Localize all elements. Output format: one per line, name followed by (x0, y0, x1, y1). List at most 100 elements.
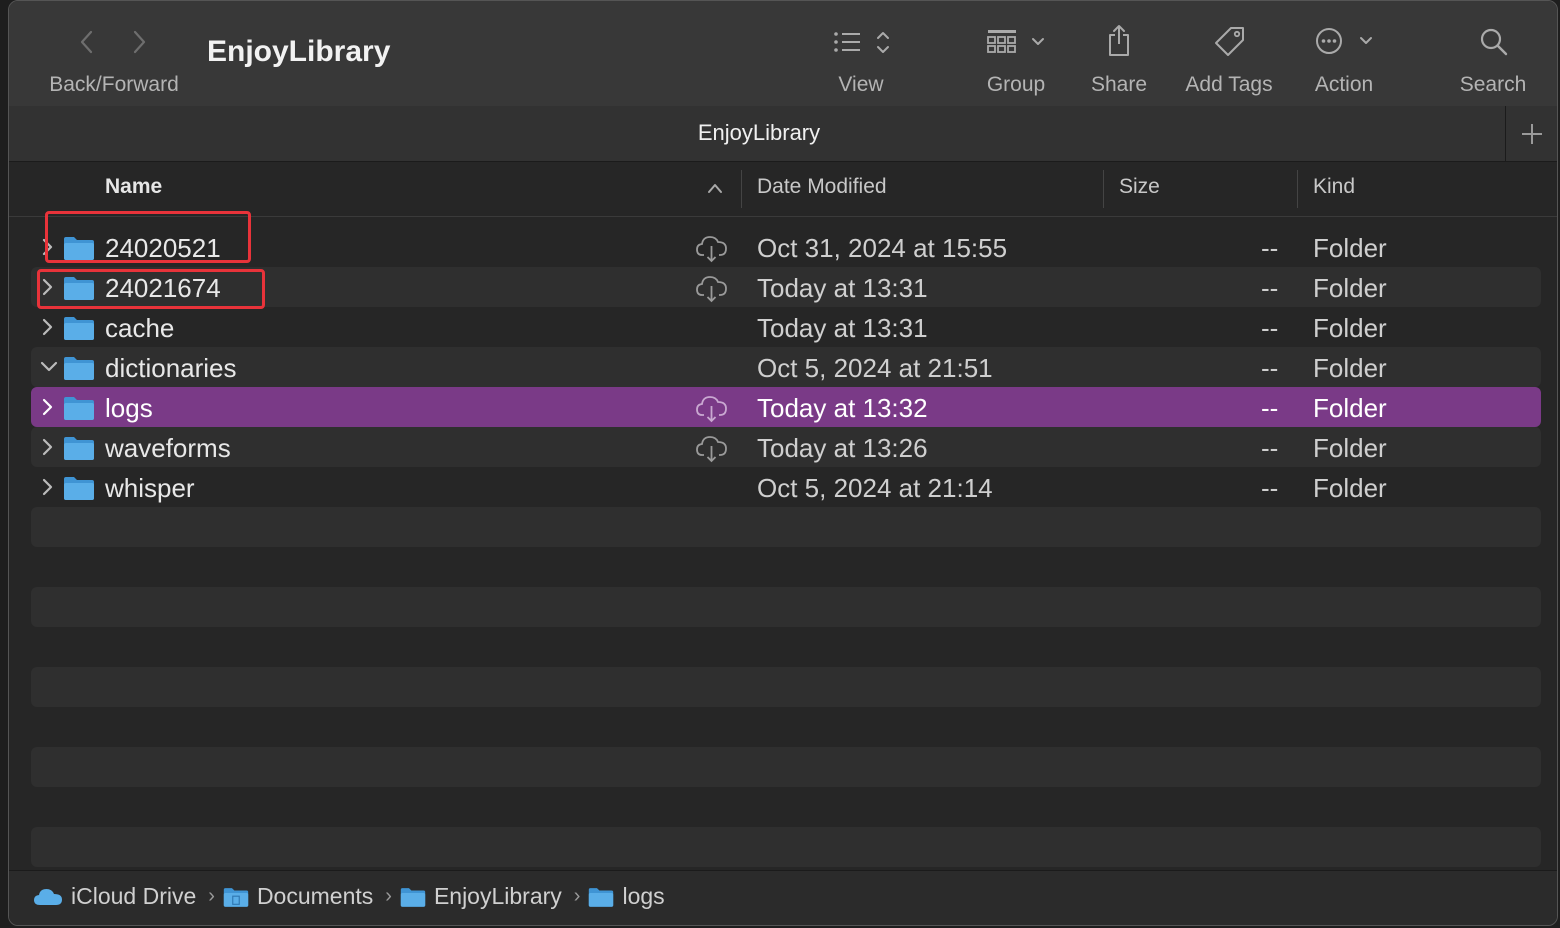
folder-icon (64, 357, 94, 380)
file-date-modified: Today at 13:31 (757, 273, 928, 303)
plus-icon (1522, 124, 1542, 144)
file-kind: Folder (1313, 473, 1387, 503)
file-kind: Folder (1313, 353, 1387, 383)
file-name: logs (105, 393, 153, 423)
chevron-right-icon[interactable] (39, 437, 55, 457)
empty-row (31, 827, 1541, 867)
share-icon (1109, 25, 1129, 56)
view-button[interactable]: View (811, 1, 911, 106)
folder-icon (64, 477, 94, 500)
file-name: whisper (105, 473, 195, 503)
breadcrumb-label: Documents (256, 883, 374, 909)
add-tags-label: Add Tags (1185, 73, 1273, 96)
breadcrumb-item-documents[interactable]: Documents (223, 883, 373, 910)
file-kind: Folder (1313, 313, 1387, 343)
action-ellipsis-icon (1316, 28, 1372, 54)
view-label: View (838, 73, 884, 96)
path-bar: iCloud Drive › Documents › EnjoyLibrary … (9, 870, 1557, 925)
share-button[interactable]: Share (1083, 1, 1155, 106)
file-date-modified: Oct 5, 2024 at 21:51 (757, 353, 993, 383)
list-item[interactable]: dictionaries Oct 5, 2024 at 21:51 -- Fol… (31, 347, 1541, 387)
chevron-right-icon: › (573, 885, 581, 907)
folder-icon (589, 887, 614, 907)
back-icon[interactable] (77, 29, 97, 55)
toolbar: Back/Forward EnjoyLibrary View Group Sha… (9, 1, 1557, 106)
chevron-down-icon[interactable] (39, 357, 59, 377)
file-size: -- (1261, 313, 1279, 343)
column-header-bar: Name Date Modified Size Kind (9, 162, 1557, 217)
breadcrumb-item-logs[interactable]: logs (588, 883, 665, 910)
column-header-size[interactable]: Size (1119, 175, 1160, 199)
folder-icon (64, 437, 94, 460)
file-date-modified: Today at 13:31 (757, 313, 928, 343)
column-header-name[interactable]: Name (105, 175, 162, 199)
chevron-right-icon[interactable] (39, 477, 55, 497)
column-separator[interactable] (741, 170, 742, 208)
chevron-right-icon[interactable] (39, 397, 55, 417)
breadcrumb-label: iCloud Drive (71, 883, 197, 909)
icloud-download-icon[interactable] (695, 273, 729, 303)
empty-row (31, 747, 1541, 787)
file-name: dictionaries (105, 353, 237, 383)
breadcrumb-item-enjoylibrary[interactable]: EnjoyLibrary (400, 883, 562, 910)
finder-window: Back/Forward EnjoyLibrary View Group Sha… (8, 0, 1558, 926)
file-kind: Folder (1313, 273, 1387, 303)
list-view-icon (834, 32, 889, 53)
icloud-icon (34, 888, 62, 905)
tab-enjoylibrary[interactable]: EnjoyLibrary (9, 120, 1509, 146)
file-kind: Folder (1313, 233, 1387, 263)
column-separator[interactable] (1297, 170, 1298, 208)
column-header-kind[interactable]: Kind (1313, 175, 1355, 199)
tab-bar: EnjoyLibrary (9, 106, 1557, 162)
file-date-modified: Oct 31, 2024 at 15:55 (757, 233, 1008, 263)
action-label: Action (1314, 73, 1374, 96)
breadcrumb-item-icloud-drive[interactable]: iCloud Drive (33, 883, 196, 910)
search-icon (1480, 28, 1508, 56)
group-button[interactable]: Group (969, 1, 1063, 106)
file-size: -- (1261, 393, 1279, 423)
chevron-right-icon: › (385, 885, 392, 907)
chevron-right-icon: › (208, 885, 215, 907)
highlight-box (37, 269, 265, 309)
icloud-download-icon[interactable] (695, 233, 729, 263)
icloud-download-icon[interactable] (695, 433, 729, 463)
folder-icon (64, 317, 94, 340)
list-item-selected[interactable]: logs Today at 13:32 -- Folder (31, 387, 1541, 427)
list-item[interactable]: 24020521 Oct 31, 2024 at 15:55 -- Folder (31, 227, 1541, 267)
sort-ascending-icon[interactable] (707, 182, 723, 194)
file-size: -- (1261, 473, 1279, 503)
list-item[interactable]: whisper Oct 5, 2024 at 21:14 -- Folder (31, 467, 1541, 507)
forward-icon[interactable] (129, 29, 149, 55)
search-label: Search (1459, 73, 1527, 96)
back-forward-label: Back/Forward (49, 73, 179, 96)
list-item[interactable]: waveforms Today at 13:26 -- Folder (31, 427, 1541, 467)
breadcrumb-label: EnjoyLibrary (433, 883, 562, 909)
list-item[interactable]: cache Today at 13:31 -- Folder (31, 307, 1541, 347)
group-label: Group (986, 73, 1046, 96)
icloud-download-icon[interactable] (695, 393, 729, 423)
file-date-modified: Today at 13:32 (757, 393, 928, 423)
action-button[interactable]: Action (1303, 1, 1385, 106)
chevron-right-icon[interactable] (39, 317, 55, 337)
add-tags-button[interactable]: Add Tags (1175, 1, 1283, 106)
column-separator[interactable] (1103, 170, 1104, 208)
file-size: -- (1261, 353, 1279, 383)
empty-row (31, 507, 1541, 547)
file-name: waveforms (105, 433, 231, 463)
file-kind: Folder (1313, 393, 1387, 423)
file-size: -- (1261, 273, 1279, 303)
breadcrumb-label: logs (622, 883, 665, 909)
breadcrumb: iCloud Drive › Documents › EnjoyLibrary … (33, 883, 665, 910)
file-kind: Folder (1313, 433, 1387, 463)
new-tab-button[interactable] (1505, 106, 1557, 161)
share-label: Share (1090, 73, 1148, 96)
group-icon (987, 30, 1044, 53)
back-forward-group: Back/Forward (29, 1, 199, 106)
file-name: cache (105, 313, 175, 343)
file-size: -- (1261, 433, 1279, 463)
column-header-date-modified[interactable]: Date Modified (757, 175, 887, 199)
folder-icon (400, 887, 426, 907)
search-button[interactable]: Search (1455, 1, 1531, 106)
folder-icon (64, 397, 94, 420)
documents-folder-icon (223, 887, 249, 907)
